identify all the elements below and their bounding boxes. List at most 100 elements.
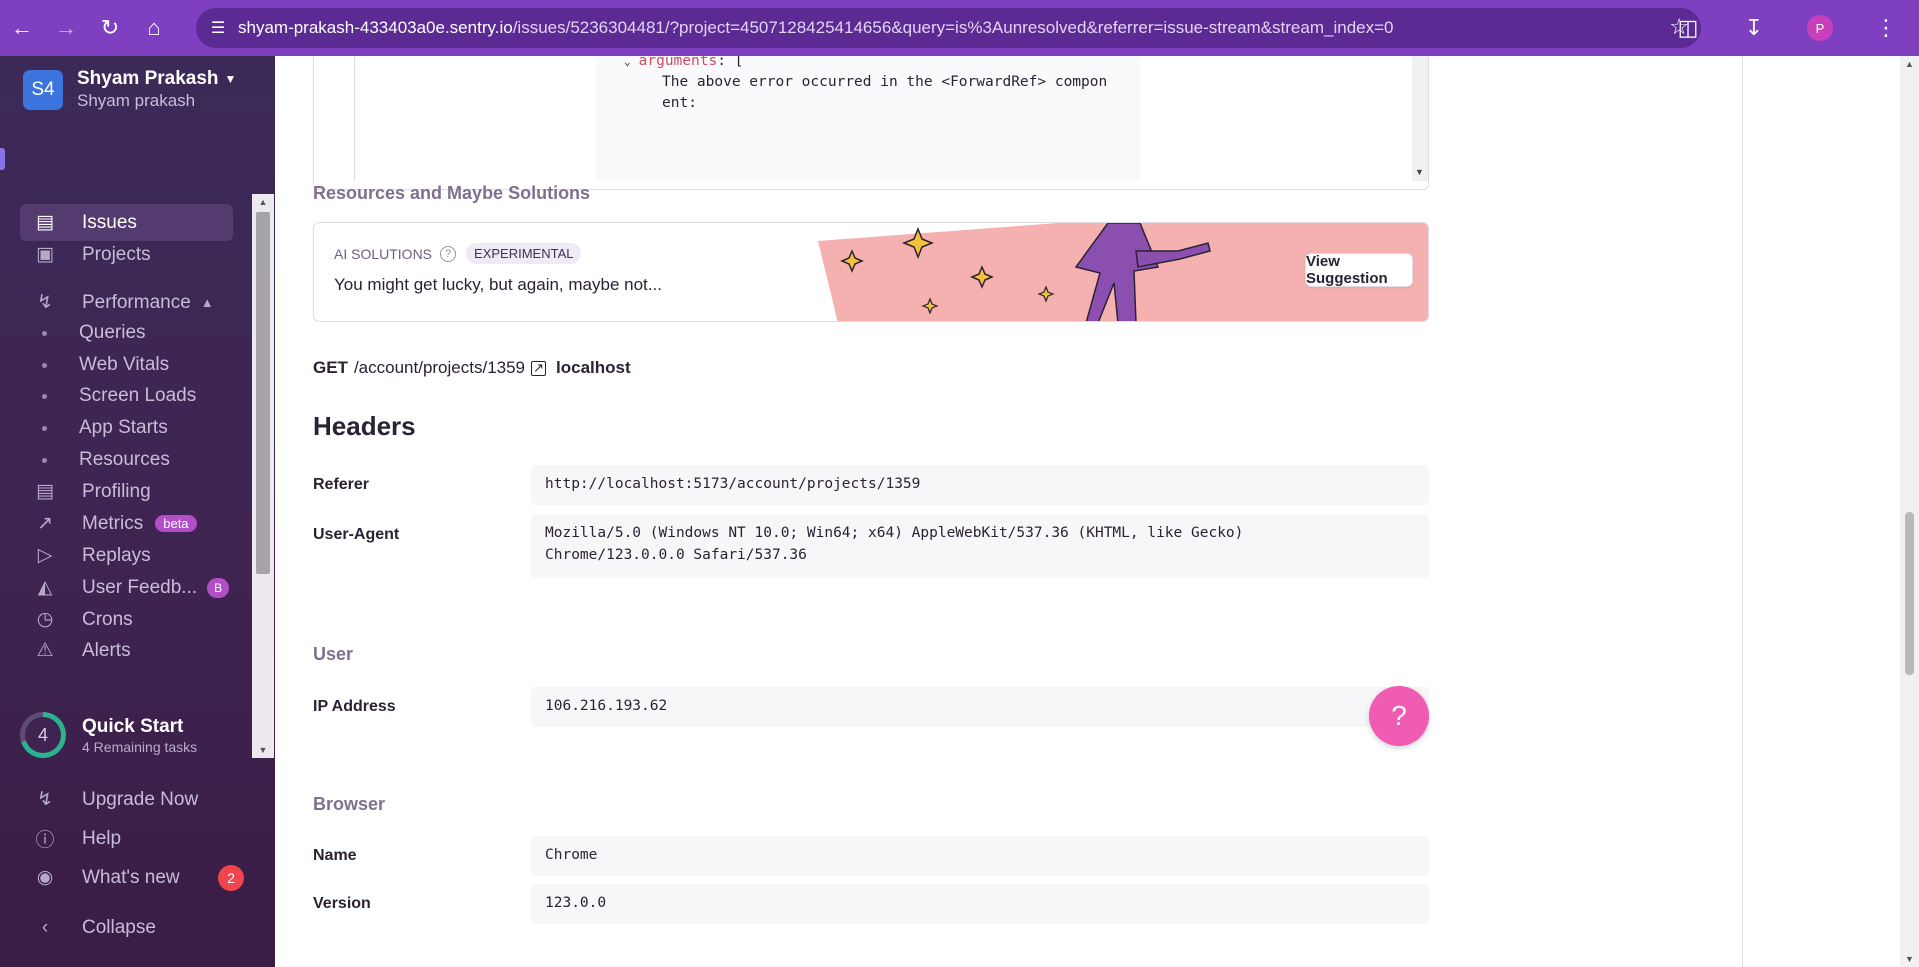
quick-start[interactable]: 4 Quick Start 4 Remaining tasks xyxy=(20,712,197,758)
sidebar-item-label: User Feedb... xyxy=(82,576,198,598)
metrics-icon: ↗ xyxy=(37,513,53,534)
request-summary: GET /account/projects/1359 ↗ localhost xyxy=(313,358,631,378)
sidebar: S4 Shyam Prakash ▼ Shyam prakash ▤ Issues… xyxy=(0,56,275,967)
projects-icon: ▣ xyxy=(36,244,54,265)
sidebar-item-projects[interactable]: ▣ Projects xyxy=(20,236,233,273)
sidebar-nav: ▤ Issues ▣ Projects ↯ Performance ▲ Quer… xyxy=(0,140,252,690)
sidebar-item-queries[interactable]: Queries xyxy=(20,316,233,350)
code-line: The above error occurred in the <Forward… xyxy=(662,74,1108,90)
scrollbar-thumb[interactable] xyxy=(1905,512,1914,675)
code-scrollbar[interactable]: ▼ xyxy=(1412,56,1428,181)
sidebar-item-label: Crons xyxy=(82,608,133,630)
kv-key: Referer xyxy=(313,476,370,493)
help-fab-button[interactable]: ? xyxy=(1369,686,1429,746)
sidebar-item-label: Issues xyxy=(82,211,137,233)
help-label: Help xyxy=(82,827,122,849)
kv-key: Version xyxy=(313,895,371,912)
siren-icon: ⚠ xyxy=(36,640,54,661)
whats-new-count-badge: 2 xyxy=(218,864,244,891)
address-bar[interactable]: ☰ shyam-prakash-433403a0e.sentry.io/issu… xyxy=(196,8,1701,48)
scroll-up-arrow-icon[interactable]: ▲ xyxy=(252,194,274,210)
collapse-label: Collapse xyxy=(82,916,156,938)
sidebar-item-web-vitals[interactable]: Web Vitals xyxy=(20,348,233,382)
sidebar-item-label: Queries xyxy=(79,322,146,343)
ai-solutions-card: AI SOLUTIONS ? EXPERIMENTAL You might ge… xyxy=(313,222,1429,322)
page-scrollbar[interactable]: ▲ ▼ xyxy=(1900,56,1919,967)
collapse-button[interactable]: ‹ Collapse xyxy=(20,909,260,946)
feedback-badge: B xyxy=(207,577,230,598)
sidebar-item-resources[interactable]: Resources xyxy=(20,443,233,477)
menu-icon[interactable]: ⋮ xyxy=(1853,0,1919,56)
code-block[interactable]: ⌄ arguments: [ The above error occurred i… xyxy=(596,56,1140,181)
chevron-up-icon: ▲ xyxy=(200,295,214,310)
scrollbar-thumb[interactable] xyxy=(256,212,270,574)
view-suggestion-button[interactable]: View Suggestion xyxy=(1305,253,1413,287)
sidebar-item-app-starts[interactable]: App Starts xyxy=(20,411,233,445)
browser-toolbar: ← → ↻ ⌂ ☰ shyam-prakash-433403a0e.sentry… xyxy=(0,0,1919,56)
quick-start-title: Quick Start xyxy=(82,715,184,737)
kv-key: Name xyxy=(313,847,357,864)
scroll-down-arrow-icon[interactable]: ▼ xyxy=(1415,167,1424,177)
whats-new-label: What's new xyxy=(82,866,180,888)
upgrade-now-button[interactable]: ↯ Upgrade Now xyxy=(20,781,260,818)
kv-value-line: Chrome/123.0.0.0 Safari/537.36 xyxy=(545,547,807,563)
sidebar-scrollbar[interactable]: ▲ ▼ xyxy=(252,194,274,758)
org-user: Shyam prakash xyxy=(77,91,196,110)
chevron-left-icon: ‹ xyxy=(41,916,49,938)
bullet-icon xyxy=(42,393,47,399)
megaphone-icon: ◭ xyxy=(37,577,53,598)
reload-icon[interactable]: ↻ xyxy=(88,0,132,56)
request-path: /account/projects/1359 xyxy=(353,358,526,377)
sidebar-item-label: Resources xyxy=(79,449,170,470)
sidebar-item-label: Web Vitals xyxy=(79,354,170,375)
scroll-down-arrow-icon[interactable]: ▼ xyxy=(252,742,274,758)
ai-solutions-text: You might get lucky, but again, maybe no… xyxy=(334,275,662,294)
sidebar-item-label: App Starts xyxy=(79,417,168,438)
code-key: arguments xyxy=(638,56,718,69)
kv-value[interactable]: Chrome xyxy=(531,836,1429,876)
clock-icon: ◷ xyxy=(36,609,54,630)
kv-value[interactable]: http://localhost:5173/account/projects/1… xyxy=(531,465,1429,505)
sidebar-item-label: Performance xyxy=(82,291,191,313)
help-button[interactable]: ⓘ Help xyxy=(20,820,260,857)
kv-value[interactable]: 106.216.193.62 xyxy=(531,687,1429,727)
scroll-down-arrow-icon[interactable]: ▼ xyxy=(1900,951,1919,967)
play-icon: ▷ xyxy=(37,545,53,566)
lightning-icon: ↯ xyxy=(37,292,53,313)
experimental-badge: EXPERIMENTAL xyxy=(466,243,582,264)
request-host: localhost xyxy=(556,358,631,377)
headers-title: Headers xyxy=(313,411,416,441)
extensions-icon[interactable]: ◫ xyxy=(1655,0,1721,56)
chevron-down-icon: ⌄ xyxy=(624,56,631,68)
user-section-title: User xyxy=(313,644,354,664)
profile-avatar[interactable]: P xyxy=(1787,0,1853,56)
code-gutter xyxy=(354,56,355,181)
question-circle-icon[interactable]: ? xyxy=(440,245,457,262)
whats-new-button[interactable]: ◉ What's new 2 xyxy=(20,859,260,896)
issues-icon: ▤ xyxy=(36,212,54,233)
kv-value[interactable]: 123.0.0 xyxy=(531,884,1429,924)
kv-value[interactable]: Mozilla/5.0 (Windows NT 10.0; Win64; x64… xyxy=(531,514,1429,578)
forward-icon[interactable]: → xyxy=(44,0,88,56)
upgrade-label: Upgrade Now xyxy=(82,788,199,810)
back-icon[interactable]: ← xyxy=(0,0,44,56)
sidebar-item-label: Metrics xyxy=(82,512,144,534)
chevron-down-icon: ▼ xyxy=(224,72,237,86)
org-switcher[interactable]: S4 Shyam Prakash ▼ Shyam prakash xyxy=(23,68,236,111)
beta-badge: beta xyxy=(155,515,197,532)
sidebar-item-alerts[interactable]: ⚠ Alerts xyxy=(20,632,233,669)
scroll-up-arrow-icon[interactable]: ▲ xyxy=(1900,56,1919,72)
url-text[interactable]: shyam-prakash-433403a0e.sentry.io/issues… xyxy=(238,18,1393,38)
sidebar-item-screen-loads[interactable]: Screen Loads xyxy=(20,379,233,413)
broadcast-icon: ◉ xyxy=(36,867,54,888)
home-icon[interactable]: ⌂ xyxy=(132,0,176,56)
download-icon[interactable]: ↧ xyxy=(1721,0,1787,56)
kv-key: User-Agent xyxy=(313,526,400,543)
code-bracket: : [ xyxy=(717,56,744,69)
external-link-icon[interactable]: ↗ xyxy=(531,360,547,376)
code-line: ⌄ arguments: [ xyxy=(624,56,743,69)
sidebar-item-label: Projects xyxy=(82,243,151,265)
kv-value-line: Mozilla/5.0 (Windows NT 10.0; Win64; x64… xyxy=(545,525,1244,541)
bullet-icon xyxy=(42,330,47,336)
site-settings-icon[interactable]: ☰ xyxy=(198,8,238,48)
